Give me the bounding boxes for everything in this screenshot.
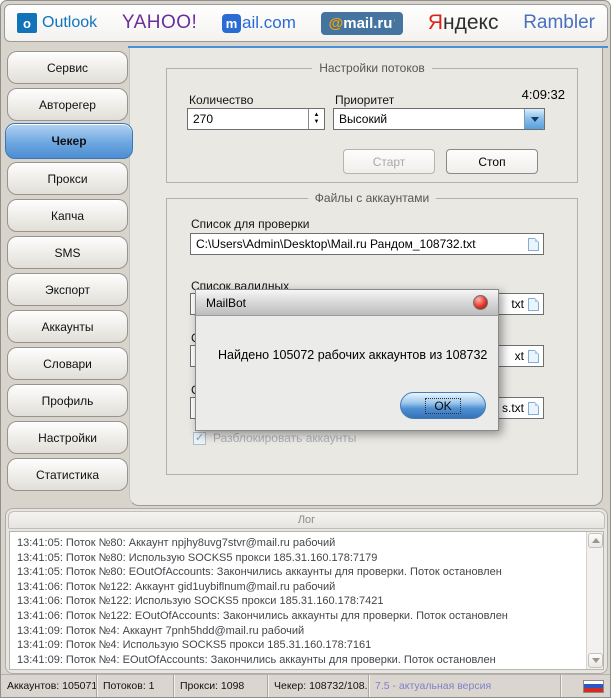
language-selector[interactable] [583,679,610,693]
log-entry: 13:41:06: Поток №122: Аккаунт gid1uybifl… [17,580,336,593]
scroll-down-icon[interactable] [588,653,603,668]
chevron-down-icon[interactable] [524,109,544,129]
file-icon[interactable] [528,297,539,311]
russian-flag-icon [583,679,604,693]
tab-settings[interactable]: Настройки [7,421,128,454]
dialog-title: MailBot [206,295,247,310]
count-label: Количество [189,93,254,107]
tab-profile[interactable]: Профиль [7,384,128,417]
outlook-logo: o Outlook [17,13,97,33]
tab-service[interactable]: Сервис [7,51,128,84]
mailcom-logo: m ail.com [222,13,296,33]
check-list-label: Список для проверки [191,217,310,231]
status-checker: Чекер: 108732/108... [268,675,369,697]
log-title: Лог [8,511,605,529]
tab-dictionaries[interactable]: Словари [7,347,128,380]
dialog-titlebar[interactable]: MailBot [196,290,498,316]
file-icon[interactable] [528,401,539,415]
tab-accounts[interactable]: Аккаунты [7,310,128,343]
log-scrollbar[interactable] [586,532,603,669]
log-entry: 13:41:06: Поток №122: EOutOfAccounts: За… [17,609,508,622]
version-link[interactable]: 7.5 - актуальная версия [369,675,561,697]
start-button[interactable]: Старт [343,149,435,174]
threads-group-title: Настройки потоков [312,61,432,75]
rambler-logo: Rambler [523,12,595,33]
mailcom-icon: m [222,13,242,33]
files-group-title: Файлы с аккаунтами [307,191,437,205]
log-entry: 13:41:09: Поток №4: Использую SOCKS5 про… [17,639,372,652]
tab-autoreg[interactable]: Авторегер [7,88,128,121]
ok-button[interactable]: OK [400,392,486,419]
log-entry: 13:41:05: Поток №80: Использую SOCKS5 пр… [17,551,378,564]
unlock-accounts-label: Разблокировать аккаунты [213,431,357,445]
log-entry: 13:41:06: Поток №122: Использую SOCKS5 п… [17,595,384,608]
tab-proxy[interactable]: Прокси [7,162,128,195]
tab-statistics[interactable]: Статистика [7,458,128,491]
log-section: Лог 13:41:05: Поток №80: Аккаунт npjhy8u… [5,508,608,674]
elapsed-timer: 4:09:32 [521,87,565,102]
mailbot-message-dialog: MailBot Найдено 105072 рабочих аккаунтов… [195,289,499,431]
thread-count-stepper[interactable]: 270 ▲ ▼ [187,108,325,130]
dialog-message: Найдено 105072 рабочих аккаунтов из 1087… [218,348,488,362]
yandex-logo: Я ндекс [427,11,499,34]
outlook-label: Outlook [42,14,98,31]
stop-button[interactable]: Стоп [446,149,538,174]
priority-dropdown[interactable]: Высокий [333,108,545,130]
tab-sms[interactable]: SMS [7,236,128,269]
status-proxies: Прокси: 1098 [174,675,268,697]
status-threads: Потоков: 1 [97,675,174,697]
tab-export[interactable]: Экспорт [7,273,128,306]
mailru-at-icon: @ [328,14,344,32]
scroll-up-icon[interactable] [588,533,603,548]
sidebar-tabs: Сервис Авторегер Чекер Прокси Капча SMS … [5,51,133,491]
priority-label: Приоритет [335,93,395,107]
file-icon[interactable] [528,237,539,251]
checker-panel: Настройки потоков Количество 270 ▲ ▼ Прио… [129,48,603,506]
mailru-logo: @ mail.ru ' [320,11,404,35]
log-entry: 13:41:09: Поток №4: Аккаунт 7pnh5hdd@mai… [17,624,305,637]
threads-settings-group: Настройки потоков Количество 270 ▲ ▼ Прио… [166,61,578,183]
yahoo-logo: YAHOO! [121,12,198,33]
file-icon[interactable] [528,349,539,363]
tab-captcha[interactable]: Капча [7,199,128,232]
log-entry: 13:41:05: Поток №80: EOutOfAccounts: Зак… [17,566,502,579]
close-icon[interactable] [473,295,488,310]
log-entry: 13:41:09: Поток №4: EOutOfAccounts: Зако… [17,653,496,666]
mailbot-window: o Outlook YAHOO! m ail.com @ mail.ru ' Я… [0,0,611,698]
outlook-icon: o [17,13,37,33]
spinner-arrows-icon[interactable]: ▲ ▼ [308,109,324,129]
tab-checker[interactable]: Чекер [5,123,133,159]
unlock-accounts-checkbox[interactable]: ✓ [193,432,206,445]
mail-services-banner: o Outlook YAHOO! m ail.com @ mail.ru ' Я… [4,4,608,42]
check-list-input[interactable]: C:\Users\Admin\Desktop\Mail.ru Рандом_10… [190,233,544,255]
status-accounts: Аккаунтов: 105071 [1,675,97,697]
status-bar: Аккаунтов: 105071 Потоков: 1 Прокси: 109… [1,674,610,697]
log-entry: 13:41:05: Поток №80: Аккаунт npjhy8uvg7s… [17,537,336,549]
log-list[interactable]: 13:41:05: Поток №80: Аккаунт npjhy8uvg7s… [9,531,604,670]
